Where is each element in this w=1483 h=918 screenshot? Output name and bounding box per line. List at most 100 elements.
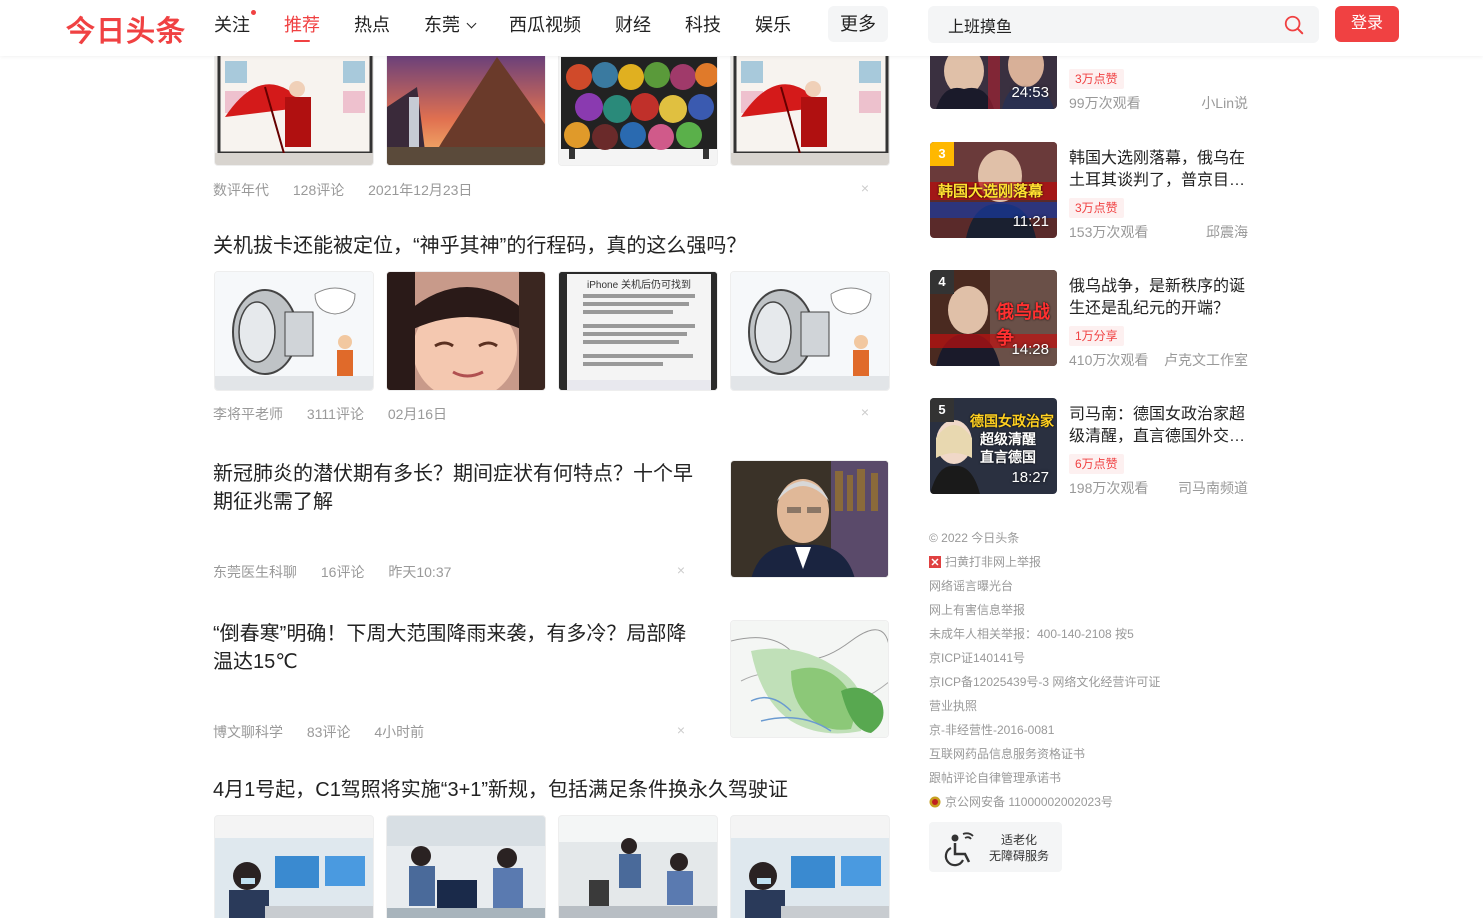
- video-author[interactable]: 卢克文工作室: [1164, 350, 1248, 370]
- article-thumbnail[interactable]: [214, 815, 374, 918]
- police-badge-icon: [929, 796, 941, 808]
- nav-recommend[interactable]: 推荐: [284, 0, 320, 50]
- nav-follow[interactable]: 关注: [214, 0, 256, 50]
- footer-link[interactable]: 网络谣言曝光台: [929, 574, 1249, 598]
- article-meta: 东莞医生科聊 16评论 昨天10:37 ×: [213, 562, 705, 582]
- article-thumbnail[interactable]: [558, 815, 718, 918]
- hot-video-item[interactable]: 韩国大选刚落幕 3 11:21 韩国大选刚落幕，俄乌在土耳其谈判了，普京目… 3…: [930, 142, 1250, 240]
- more-channels-button[interactable]: 更多: [828, 6, 888, 42]
- hot-video-item[interactable]: 俄乌战争 4 14:28 俄乌战争，是新秩序的诞生还是乱纪元的开端？ 1万分享 …: [930, 270, 1250, 368]
- footer-link[interactable]: 营业执照: [929, 694, 1249, 718]
- feed-article[interactable]: 新冠肺炎的潜伏期有多长？期间症状有何特点？十个早期征兆需了解 东莞医生科聊 16…: [213, 460, 889, 582]
- footer-link[interactable]: 跟帖评论自律管理承诺书: [929, 766, 1249, 790]
- article-title[interactable]: “倒春寒”明确！下周大范围降雨来袭，有多冷？局部降温达15℃: [213, 620, 703, 676]
- article-meta: 博文聊科学 83评论 4小时前 ×: [213, 722, 705, 742]
- a11y-line2: 无障碍服务: [988, 849, 1049, 863]
- a11y-line1: 适老化: [1000, 833, 1037, 847]
- video-author[interactable]: 邱震海: [1206, 222, 1248, 242]
- footer-link[interactable]: 互联网药品信息服务资格证书: [929, 742, 1249, 766]
- channel-nav: 关注 推荐 热点 东莞 西瓜视频 财经 科技 娱乐: [214, 0, 825, 50]
- article-title[interactable]: 关机拔卡还能被定位，“神乎其神”的行程码，真的这么强吗？: [213, 232, 889, 260]
- feed-article[interactable]: 关机拔卡还能被定位，“神乎其神”的行程码，真的这么强吗？ iPhone 关机后仍…: [213, 232, 890, 422]
- top-header: 今日头条 关注 推荐 热点 东莞 西瓜视频 财经 科技 娱乐 更多 登录: [0, 0, 1483, 56]
- rank-badge: 3: [930, 142, 954, 166]
- video-thumbnail[interactable]: 俄乌战争 4 14:28: [930, 270, 1057, 366]
- video-thumbnail[interactable]: 德国女政治家 超级清醒 直言德国 5 18:27: [930, 398, 1057, 494]
- article-source[interactable]: 数评年代: [213, 182, 269, 198]
- video-overlay-text: 德国女政治家 超级清醒 直言德国: [970, 413, 1054, 465]
- video-views: 153万次观看: [1069, 224, 1149, 240]
- video-views: 198万次观看: [1069, 480, 1149, 496]
- video-thumbnail[interactable]: 韩国大选刚落幕 3 11:21: [930, 142, 1057, 238]
- search-box: [928, 6, 1319, 43]
- accessibility-button[interactable]: 适老化 无障碍服务: [929, 822, 1062, 872]
- dislike-close-icon[interactable]: ×: [677, 562, 685, 578]
- article-thumbnail[interactable]: [730, 271, 890, 391]
- nav-entertainment[interactable]: 娱乐: [755, 0, 791, 50]
- video-duration: 14:28: [1011, 341, 1049, 358]
- article-thumbnail[interactable]: [386, 271, 546, 391]
- sidebar-footer: © 2022 今日头条 扫黄打非网上举报 网络谣言曝光台 网上有害信息举报 未成…: [929, 526, 1249, 814]
- article-comments[interactable]: 3111评论: [307, 406, 364, 422]
- nav-hot[interactable]: 热点: [354, 0, 390, 50]
- video-badge: 3万点赞: [1069, 69, 1124, 89]
- dislike-close-icon[interactable]: ×: [861, 404, 869, 420]
- dislike-close-icon[interactable]: ×: [861, 180, 869, 196]
- article-comments[interactable]: 83评论: [307, 724, 351, 740]
- video-author[interactable]: 小Lin说: [1201, 93, 1248, 113]
- article-thumbnail[interactable]: iPhone 关机后仍可找到: [558, 271, 718, 391]
- footer-link[interactable]: 网上有害信息举报: [929, 598, 1249, 622]
- article-thumbnail[interactable]: [730, 46, 890, 166]
- doc-heading: iPhone 关机后仍可找到: [587, 280, 691, 291]
- video-title[interactable]: 司马南：德国女政治家超级清醒，直言德国外交…: [1069, 404, 1247, 448]
- chevron-down-icon: [466, 18, 477, 29]
- article-thumbnail[interactable]: [730, 620, 889, 738]
- article-title[interactable]: 新冠肺炎的潜伏期有多长？期间症状有何特点？十个早期征兆需了解: [213, 460, 703, 516]
- search-icon[interactable]: [1283, 14, 1305, 36]
- search-input[interactable]: [948, 6, 1268, 43]
- footer-link[interactable]: 扫黄打非网上举报: [929, 550, 1249, 574]
- notification-dot: [251, 10, 256, 15]
- login-button[interactable]: 登录: [1335, 6, 1399, 42]
- video-badge: 6万点赞: [1069, 454, 1124, 474]
- rank-badge: 4: [930, 270, 954, 294]
- article-thumbnail[interactable]: [214, 271, 374, 391]
- rank-badge: 5: [930, 398, 954, 422]
- article-source[interactable]: 东莞医生科聊: [213, 564, 297, 580]
- hot-video-item[interactable]: 德国女政治家 超级清醒 直言德国 5 18:27 司马南：德国女政治家超级清醒，…: [930, 398, 1250, 496]
- article-comments[interactable]: 128评论: [293, 182, 344, 198]
- video-duration: 24:53: [1011, 84, 1049, 101]
- article-time: 昨天10:37: [388, 564, 452, 580]
- video-author[interactable]: 司马南频道: [1178, 478, 1248, 498]
- article-thumbnail[interactable]: [214, 46, 374, 166]
- footer-link[interactable]: 京-非经营性-2016-0081: [929, 718, 1249, 742]
- video-duration: 11:21: [1012, 213, 1049, 230]
- video-duration: 18:27: [1011, 469, 1049, 486]
- footer-link[interactable]: 京ICP证140141号: [929, 646, 1249, 670]
- video-title[interactable]: 俄乌战争，是新秩序的诞生还是乱纪元的开端？: [1069, 276, 1247, 320]
- nav-finance[interactable]: 财经: [615, 0, 651, 50]
- article-comments[interactable]: 16评论: [321, 564, 365, 580]
- nav-city[interactable]: 东莞: [424, 0, 477, 50]
- article-source[interactable]: 李将平老师: [213, 406, 283, 422]
- feed-article[interactable]: 4月1号起，C1驾照将实施“3+1”新规，包括满足条件换永久驾驶证: [213, 776, 890, 918]
- footer-link[interactable]: 未成年人相关举报：400-140-2108 按5: [929, 622, 1249, 646]
- article-thumbnail[interactable]: [386, 815, 546, 918]
- article-meta: 李将平老师 3111评论 02月16日 ×: [213, 404, 889, 424]
- footer-link[interactable]: 京公网安备 11000002002023号: [929, 790, 1249, 814]
- article-thumbnail[interactable]: [730, 815, 890, 918]
- article-thumbnail[interactable]: [558, 46, 718, 166]
- article-source[interactable]: 博文聊科学: [213, 724, 283, 740]
- footer-link[interactable]: 京ICP备12025439号-3 网络文化经营许可证: [929, 670, 1249, 694]
- feed-article[interactable]: “倒春寒”明确！下周大范围降雨来袭，有多冷？局部降温达15℃ 博文聊科学 83评…: [213, 620, 889, 742]
- nav-tech[interactable]: 科技: [685, 0, 721, 50]
- video-title[interactable]: 韩国大选刚落幕，俄乌在土耳其谈判了，普京目…: [1069, 148, 1247, 192]
- article-thumbnail[interactable]: [386, 46, 546, 166]
- article-meta: 数评年代 128评论 2021年12月23日 ×: [213, 180, 889, 200]
- article-thumbnail[interactable]: [730, 460, 889, 578]
- site-logo[interactable]: 今日头条: [66, 8, 186, 50]
- nav-xigua-video[interactable]: 西瓜视频: [509, 0, 581, 50]
- video-overlay-text: 韩国大选刚落幕: [938, 183, 1044, 200]
- article-title[interactable]: 4月1号起，C1驾照将实施“3+1”新规，包括满足条件换永久驾驶证: [213, 776, 889, 804]
- dislike-close-icon[interactable]: ×: [677, 722, 685, 738]
